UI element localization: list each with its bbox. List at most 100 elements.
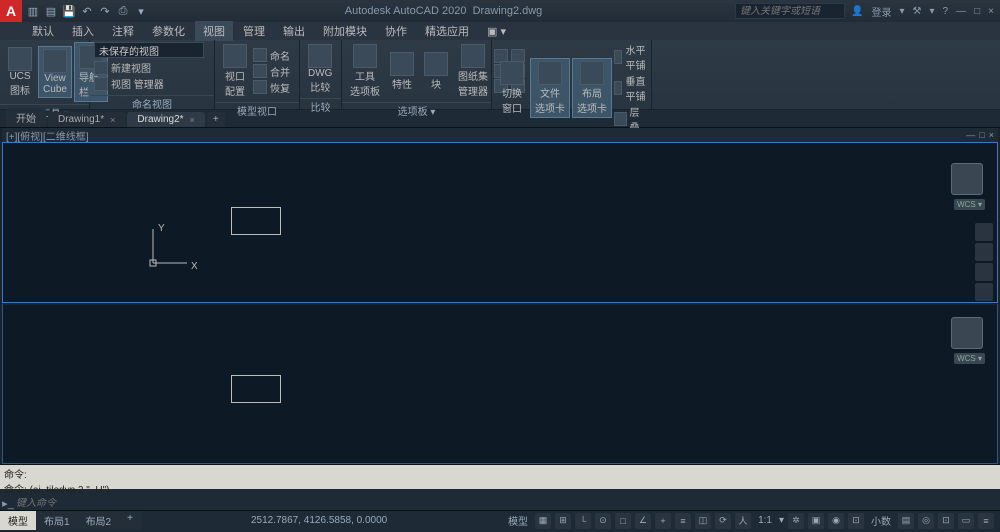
minimize-button[interactable]: — [956,6,966,17]
viewcube-widget[interactable] [951,163,983,195]
new-tab-button[interactable]: + [207,112,225,127]
nav-orbit-icon[interactable] [975,283,993,301]
cycling-icon[interactable]: ⟳ [715,513,731,529]
vp-minimize-icon[interactable]: — [966,130,975,140]
snap-icon[interactable]: ⊞ [555,513,571,529]
menu-view[interactable]: 视图 [195,21,233,41]
dwg-compare-button[interactable]: DWG 比较 [304,42,336,96]
tool-palettes-button[interactable]: 工具 选项板 [346,42,384,100]
viewport-label[interactable]: [+][俯视][二维线框] [6,128,89,143]
nav-wheel-icon[interactable] [975,223,993,241]
transparency-icon[interactable]: ◫ [695,513,711,529]
app-menu-icon[interactable]: ▾ [930,6,935,17]
layout-tab-1[interactable]: 布局1 [36,511,78,530]
qat-print-icon[interactable]: ⎙ [116,4,130,18]
qat-open-icon[interactable]: ▤ [44,4,58,18]
qat-dropdown-icon[interactable]: ▾ [134,4,148,18]
units-readout[interactable]: 小数 [868,513,894,528]
command-input[interactable] [16,498,1000,509]
hardware-accel-icon[interactable]: ⊡ [938,513,954,529]
close-icon[interactable]: × [190,115,195,125]
vp-restore-button[interactable]: 恢复 [253,80,290,95]
scale-dropdown-icon[interactable]: ▾ [779,515,784,526]
drawing-rect[interactable] [231,207,281,235]
menu-manage[interactable]: 管理 [235,21,273,41]
tile-vertical-button[interactable]: 垂直平铺 [614,73,647,103]
viewport-bottom[interactable]: WCS ▾ [2,303,998,465]
clean-screen-icon[interactable]: ▭ [958,513,974,529]
tab-start[interactable]: 开始 [6,108,46,127]
drawing-rect[interactable] [231,375,281,403]
workspace-icon[interactable]: ▣ [808,513,824,529]
switch-window-button[interactable]: 切换 窗口 [496,59,528,117]
tab-drawing1[interactable]: Drawing1*× [48,112,125,127]
tab-drawing2[interactable]: Drawing2*× [127,112,204,127]
menu-featured[interactable]: 精选应用 [417,21,477,41]
isolate-icon[interactable]: ◎ [918,513,934,529]
layout-tabs-button[interactable]: 布局 选项卡 [572,58,612,118]
login-button[interactable]: 登录 [872,4,892,19]
login-icon[interactable]: 👤 [851,6,863,17]
nav-pan-icon[interactable] [975,243,993,261]
vp-close-icon[interactable]: × [989,130,994,140]
menu-default[interactable]: 默认 [24,21,62,41]
model-space-button[interactable]: 模型 [505,513,531,528]
viewcube-widget[interactable] [951,317,983,349]
polar-icon[interactable]: ⊙ [595,513,611,529]
layout-tab-add[interactable]: + [119,511,141,530]
help-icon[interactable]: ? [943,6,949,17]
menu-output[interactable]: 输出 [275,21,313,41]
osnap-icon[interactable]: □ [615,513,631,529]
menu-parametric[interactable]: 参数化 [144,21,193,41]
menu-expand-icon[interactable]: ▣ ▾ [479,23,514,40]
qat-save-icon[interactable]: 💾 [62,4,76,18]
wcs-label[interactable]: WCS ▾ [954,199,985,210]
close-icon[interactable]: × [110,115,115,125]
menu-insert[interactable]: 插入 [64,21,102,41]
units-icon[interactable]: ⊡ [848,513,864,529]
tile-horizontal-button[interactable]: 水平平铺 [614,42,647,72]
vp-config-button[interactable]: 视口 配置 [219,42,251,100]
lineweight-icon[interactable]: ≡ [675,513,691,529]
customize-icon[interactable]: ≡ [978,513,994,529]
share-icon[interactable]: ⚒ [913,6,922,17]
maximize-button[interactable]: □ [974,6,980,17]
scale-readout[interactable]: 1:1 [755,515,775,526]
viewport-top[interactable]: Y X WCS ▾ [2,142,998,303]
wcs-label[interactable]: WCS ▾ [954,353,985,364]
dyn-input-icon[interactable]: + [655,513,671,529]
menu-annotate[interactable]: 注释 [104,21,142,41]
otrack-icon[interactable]: ∠ [635,513,651,529]
ribbon-group-label[interactable]: 选项板 ▾ [342,102,491,116]
qat-redo-icon[interactable]: ↷ [98,4,112,18]
anno-scale-icon[interactable]: 人 [735,513,751,529]
new-view-button[interactable]: 新建视图 [94,60,164,75]
qat-new-icon[interactable]: ▥ [26,4,40,18]
app-logo[interactable]: A [0,0,22,22]
login-dropdown-icon[interactable]: ▾ [900,6,905,17]
ucs-icon[interactable]: Y X [153,263,193,306]
file-tabs-button[interactable]: 文件 选项卡 [530,58,570,118]
ucs-icon-button[interactable]: UCS 图标 [4,45,36,99]
close-button[interactable]: × [988,6,994,17]
vp-maximize-icon[interactable]: □ [979,130,984,140]
nav-zoom-icon[interactable] [975,263,993,281]
quick-props-icon[interactable]: ▤ [898,513,914,529]
qat-undo-icon[interactable]: ↶ [80,4,94,18]
gear-icon[interactable]: ✲ [788,513,804,529]
anno-monitor-icon[interactable]: ◉ [828,513,844,529]
view-manager-button[interactable]: 视图 管理器 [94,76,164,91]
help-search-input[interactable] [735,3,845,19]
grid-icon[interactable]: ▦ [535,513,551,529]
ortho-icon[interactable]: └ [575,513,591,529]
viewcube-button[interactable]: View Cube [38,46,72,98]
blocks-button[interactable]: 块 [420,50,452,93]
layout-tab-2[interactable]: 布局2 [78,511,120,530]
view-combo[interactable]: 未保存的视图 [94,42,204,58]
command-prompt-icon[interactable]: ▸_ [0,497,16,510]
properties-button[interactable]: 特性 [386,50,418,93]
sheetset-button[interactable]: 图纸集 管理器 [454,42,492,100]
menu-addons[interactable]: 附加模块 [315,21,375,41]
menu-collab[interactable]: 协作 [377,21,415,41]
layout-tab-model[interactable]: 模型 [0,511,36,530]
